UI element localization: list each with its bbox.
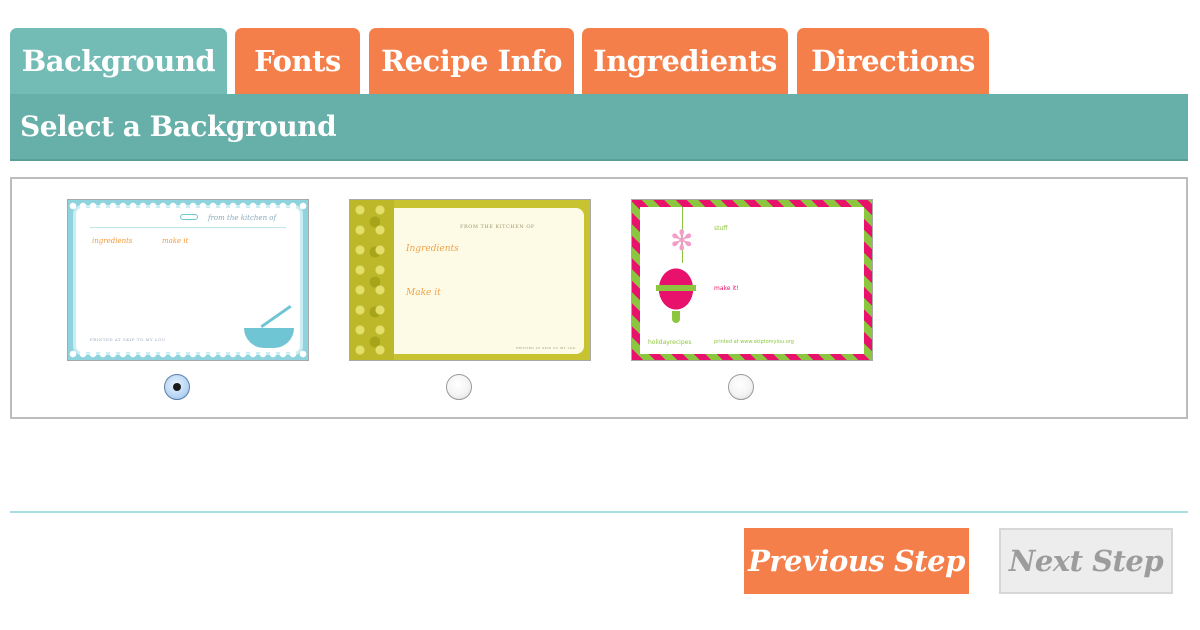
scallop-border-top — [68, 202, 308, 210]
tab-label: Ingredients — [593, 44, 777, 78]
tab-ingredients[interactable]: Ingredients — [582, 28, 788, 94]
card-body: ✻ stuff make it! holidayrecipes printed … — [640, 207, 864, 354]
whisk-icon — [180, 214, 198, 220]
card-footer-text: PRINTED AT SKIP TO MY LOU — [90, 337, 166, 342]
card-brand-text: holidayrecipes — [648, 339, 692, 346]
card-stuff-text: stuff — [714, 225, 728, 232]
card-make-text: Make it — [406, 288, 441, 298]
tab-directions[interactable]: Directions — [797, 28, 989, 94]
ornament-band — [656, 285, 696, 291]
tab-recipe-info[interactable]: Recipe Info — [369, 28, 574, 94]
next-step-label: Next Step — [1008, 544, 1164, 578]
background-thumbnail-blue-scallop[interactable]: from the kitchen of ingredients make it … — [67, 199, 309, 361]
card-make-text: make it! — [714, 285, 739, 292]
card-from-text: FROM THE KITCHEN OF — [460, 224, 535, 230]
card-ingredients-text: ingredients — [92, 237, 133, 245]
tab-fonts[interactable]: Fonts — [235, 28, 360, 94]
tab-background[interactable]: Background — [10, 28, 227, 94]
card-make-text: make it — [162, 237, 189, 245]
previous-step-button[interactable]: Previous Step — [744, 528, 969, 594]
snowflake-icon: ✻ — [670, 224, 694, 257]
lace-pattern — [350, 200, 394, 360]
card-footer-text: PRINTED AT SKIP TO MY LOU — [516, 346, 576, 350]
previous-step-label: Previous Step — [748, 544, 965, 578]
section-title: Select a Background — [20, 110, 337, 143]
tab-label: Recipe Info — [380, 44, 563, 78]
divider-line — [90, 227, 286, 228]
scallop-border-bottom — [68, 350, 308, 358]
footer-divider — [10, 511, 1188, 513]
background-radio-yellow-lace[interactable] — [446, 374, 472, 400]
tab-label: Background — [21, 44, 216, 78]
card-printed-text: printed at www.skiptomylou.org — [714, 339, 794, 345]
tab-label: Fonts — [254, 44, 341, 78]
background-thumbnail-holiday[interactable]: ✻ stuff make it! holidayrecipes printed … — [631, 199, 873, 361]
background-options-panel: from the kitchen of ingredients make it … — [10, 177, 1188, 419]
card-body: FROM THE KITCHEN OF Ingredients Make it … — [394, 208, 584, 354]
card-from-text: from the kitchen of — [208, 214, 277, 222]
next-step-button[interactable]: Next Step — [999, 528, 1173, 594]
radio-selected-dot — [173, 383, 181, 391]
section-header: Select a Background — [10, 94, 1188, 161]
background-thumbnail-yellow-lace[interactable]: FROM THE KITCHEN OF Ingredients Make it … — [349, 199, 591, 361]
background-radio-blue-scallop[interactable] — [164, 374, 190, 400]
tab-label: Directions — [811, 44, 975, 78]
card-ingredients-text: Ingredients — [406, 244, 459, 254]
ornament-tip — [672, 311, 680, 323]
background-radio-holiday[interactable] — [728, 374, 754, 400]
